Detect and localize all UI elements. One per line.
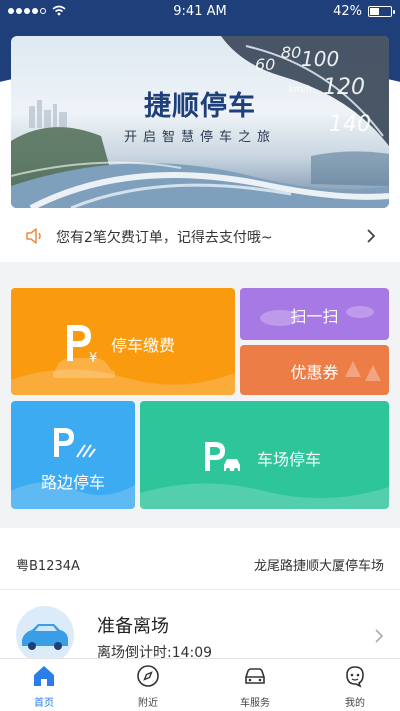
chevron-right-icon	[375, 629, 384, 643]
tab-label: 附近	[138, 698, 158, 709]
coupon-tile[interactable]: 优惠券	[240, 345, 389, 395]
app-home-screen: 9:41 AM 42% 60 80 100 120 140 km/h 捷顺停车 …	[0, 0, 400, 711]
notice-text: 您有2笔欠费订单，记得去支付哦~	[56, 230, 273, 246]
tab-profile[interactable]: 我的	[315, 659, 395, 711]
car-avatar	[16, 606, 74, 664]
tab-nearby[interactable]: 附近	[108, 659, 188, 711]
roadside-parking-tile[interactable]: 路边停车	[11, 401, 135, 509]
compass-icon	[137, 665, 159, 687]
speedo-number: 80	[281, 43, 301, 62]
banner-subtitle: 开启智慧停车之旅	[123, 130, 276, 145]
roadside-parking-label: 路边停车	[40, 473, 105, 492]
speaker-icon	[26, 228, 41, 244]
chevron-right-icon	[367, 229, 376, 243]
scan-tile[interactable]: 扫一扫	[240, 288, 389, 340]
home-icon	[34, 666, 54, 686]
parking-lot-name: 龙尾路捷顺大厦停车场	[253, 559, 384, 574]
arrears-notice[interactable]: 您有2笔欠费订单，记得去支付哦~	[0, 216, 400, 256]
tile-wave-decoration	[140, 483, 389, 509]
tab-car-service[interactable]: 车服务	[215, 659, 295, 711]
profile-icon	[346, 666, 364, 688]
speedo-number: 60	[255, 55, 275, 74]
car-service-icon	[245, 668, 265, 684]
coupon-label: 优惠券	[290, 363, 339, 382]
parking-pay-label: 停车缴费	[111, 336, 176, 355]
current-parking-card[interactable]: 粤B1234A 龙尾路捷顺大厦停车场 准备离场 离场倒计时:14:09	[0, 528, 400, 664]
tab-label: 首页	[34, 698, 54, 709]
parking-lot-label: 车场停车	[257, 450, 322, 469]
scan-label: 扫一扫	[290, 307, 339, 326]
parking-lot-icon	[205, 442, 240, 472]
car-icon	[22, 624, 68, 650]
header-section: 60 80 100 120 140 km/h 捷顺停车 开启智慧停车之旅 您有2…	[0, 24, 400, 262]
battery-percent: 42%	[333, 4, 362, 19]
promo-banner[interactable]: 60 80 100 120 140 km/h 捷顺停车 开启智慧停车之旅	[11, 36, 389, 208]
tile-wave-decoration	[11, 369, 235, 395]
svg-text:¥: ¥	[89, 351, 97, 363]
bottom-tab-bar: 首页 附近 车服务 我的	[0, 658, 400, 711]
tab-home[interactable]: 首页	[4, 659, 84, 711]
status-bar: 9:41 AM 42%	[0, 0, 400, 24]
parking-pay-tile[interactable]: ¥ 停车缴费	[11, 288, 235, 395]
divider	[0, 589, 400, 590]
battery-status: 42%	[333, 4, 395, 19]
parking-yuan-icon: ¥	[67, 325, 97, 363]
speedo-number: 100	[301, 47, 339, 71]
license-plate: 粤B1234A	[16, 559, 80, 574]
parking-status: 准备离场	[97, 616, 169, 637]
banner-title: 捷顺停车	[144, 91, 256, 122]
tab-label: 车服务	[240, 698, 270, 709]
roadside-parking-icon	[54, 428, 96, 458]
battery-icon	[368, 6, 395, 17]
parking-lot-tile[interactable]: 车场停车	[140, 401, 389, 509]
tab-label: 我的	[345, 698, 365, 709]
